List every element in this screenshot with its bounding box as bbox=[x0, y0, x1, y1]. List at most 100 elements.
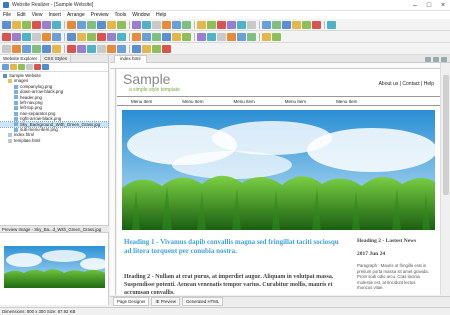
new-icon[interactable] bbox=[2, 20, 11, 29]
publish-icon[interactable] bbox=[247, 32, 256, 41]
import-icon[interactable] bbox=[18, 64, 25, 70]
layer-icon[interactable] bbox=[87, 32, 96, 41]
align-icon[interactable] bbox=[272, 20, 281, 29]
publish-icon[interactable] bbox=[142, 20, 151, 29]
open-icon[interactable] bbox=[162, 20, 171, 29]
align-icon[interactable] bbox=[77, 32, 86, 41]
menu-file[interactable]: File bbox=[3, 12, 11, 18]
undo-icon[interactable] bbox=[207, 20, 216, 29]
open-icon[interactable] bbox=[12, 20, 21, 29]
scrollbar-thumb[interactable] bbox=[443, 75, 449, 195]
copy-icon[interactable] bbox=[97, 44, 106, 53]
layer-icon[interactable] bbox=[132, 20, 141, 29]
paste-icon[interactable] bbox=[152, 32, 161, 41]
table-icon[interactable] bbox=[197, 32, 206, 41]
text-icon[interactable] bbox=[12, 44, 21, 53]
table-icon[interactable] bbox=[52, 32, 61, 41]
menu-view[interactable]: View bbox=[32, 12, 43, 18]
nav-menu-item[interactable]: Menu Item bbox=[336, 99, 357, 104]
redo-icon[interactable] bbox=[172, 32, 181, 41]
nav-menu-item[interactable]: Menu Item bbox=[285, 99, 306, 104]
paste-icon[interactable] bbox=[107, 44, 116, 53]
shape-icon[interactable] bbox=[262, 20, 271, 29]
cut-icon[interactable] bbox=[327, 20, 336, 29]
undo-icon[interactable] bbox=[162, 32, 171, 41]
new-icon[interactable] bbox=[107, 32, 116, 41]
text-icon[interactable] bbox=[107, 20, 116, 29]
publish-icon[interactable] bbox=[97, 32, 106, 41]
save-icon[interactable] bbox=[22, 20, 31, 29]
table-icon[interactable] bbox=[2, 44, 11, 53]
link-icon[interactable] bbox=[87, 20, 96, 29]
nav-menu-item[interactable]: Menu Item bbox=[131, 99, 152, 104]
link-icon[interactable] bbox=[42, 32, 51, 41]
cut-icon[interactable] bbox=[182, 20, 191, 29]
save-icon[interactable] bbox=[77, 44, 86, 53]
publish-icon[interactable] bbox=[292, 20, 301, 29]
shape-icon[interactable] bbox=[217, 32, 226, 41]
image-icon[interactable] bbox=[132, 44, 141, 53]
shape-icon[interactable] bbox=[22, 44, 31, 53]
copy-icon[interactable] bbox=[42, 20, 51, 29]
tab-generated-html[interactable]: Generated HTML bbox=[181, 297, 224, 306]
link-icon[interactable] bbox=[237, 20, 246, 29]
minimize-button[interactable]: – bbox=[408, 0, 422, 11]
redo-icon[interactable] bbox=[22, 32, 31, 41]
page-designer-canvas[interactable]: Sample a simple style template About us … bbox=[117, 69, 440, 295]
redo-icon[interactable] bbox=[217, 20, 226, 29]
zoom-icon[interactable] bbox=[425, 56, 431, 62]
vertical-scrollbar[interactable] bbox=[440, 63, 450, 295]
image-icon[interactable] bbox=[32, 32, 41, 41]
tab-css-styles[interactable]: CSS Styles bbox=[41, 55, 71, 62]
layout-icon[interactable] bbox=[441, 56, 447, 62]
link-icon[interactable] bbox=[142, 44, 151, 53]
paste-icon[interactable] bbox=[197, 20, 206, 29]
open-icon[interactable] bbox=[67, 44, 76, 53]
redo-icon[interactable] bbox=[67, 20, 76, 29]
menu-help[interactable]: Help bbox=[156, 12, 166, 18]
paste-icon[interactable] bbox=[2, 32, 11, 41]
shape-icon[interactable] bbox=[117, 20, 126, 29]
tab-ie-preview[interactable]: IE Preview bbox=[151, 297, 180, 306]
maximize-button[interactable]: □ bbox=[422, 0, 436, 11]
menu-preview[interactable]: Preview bbox=[91, 12, 109, 18]
properties-icon[interactable] bbox=[42, 64, 49, 70]
tab-index-html[interactable]: index.html bbox=[114, 55, 147, 63]
close-button[interactable]: × bbox=[436, 0, 450, 11]
image-icon[interactable] bbox=[77, 20, 86, 29]
open-icon[interactable] bbox=[262, 32, 271, 41]
paste-icon[interactable] bbox=[52, 20, 61, 29]
undo-icon[interactable] bbox=[12, 32, 21, 41]
shape-icon[interactable] bbox=[67, 32, 76, 41]
new-page-icon[interactable] bbox=[2, 64, 9, 70]
open-icon[interactable] bbox=[117, 32, 126, 41]
new-icon[interactable] bbox=[152, 20, 161, 29]
nav-menu-item[interactable]: Menu Item bbox=[234, 99, 255, 104]
tab-website-explorer[interactable]: Website Explorer bbox=[0, 55, 42, 62]
menu-arrange[interactable]: Arrange bbox=[67, 12, 85, 18]
layer-icon[interactable] bbox=[237, 32, 246, 41]
cut-icon[interactable] bbox=[132, 32, 141, 41]
table-icon[interactable] bbox=[152, 44, 161, 53]
text-icon[interactable] bbox=[162, 44, 171, 53]
save-icon[interactable] bbox=[272, 32, 281, 41]
tree-page[interactable]: template.html bbox=[0, 138, 108, 143]
layer-icon[interactable] bbox=[282, 20, 291, 29]
image-icon[interactable] bbox=[182, 32, 191, 41]
cut-icon[interactable] bbox=[32, 20, 41, 29]
menu-window[interactable]: Window bbox=[132, 12, 150, 18]
new-icon[interactable] bbox=[302, 20, 311, 29]
table-icon[interactable] bbox=[247, 20, 256, 29]
save-icon[interactable] bbox=[172, 20, 181, 29]
text-icon[interactable] bbox=[207, 32, 216, 41]
nav-menu-item[interactable]: Menu Item bbox=[182, 99, 203, 104]
menu-insert[interactable]: Insert bbox=[48, 12, 61, 18]
grid-icon[interactable] bbox=[433, 56, 439, 62]
copy-icon[interactable] bbox=[142, 32, 151, 41]
align-icon[interactable] bbox=[227, 32, 236, 41]
undo-icon[interactable] bbox=[117, 44, 126, 53]
menu-edit[interactable]: Edit bbox=[17, 12, 26, 18]
delete-icon[interactable] bbox=[34, 64, 41, 70]
site-top-links[interactable]: About us | Contact | Help bbox=[379, 81, 434, 87]
new-folder-icon[interactable] bbox=[10, 64, 17, 70]
